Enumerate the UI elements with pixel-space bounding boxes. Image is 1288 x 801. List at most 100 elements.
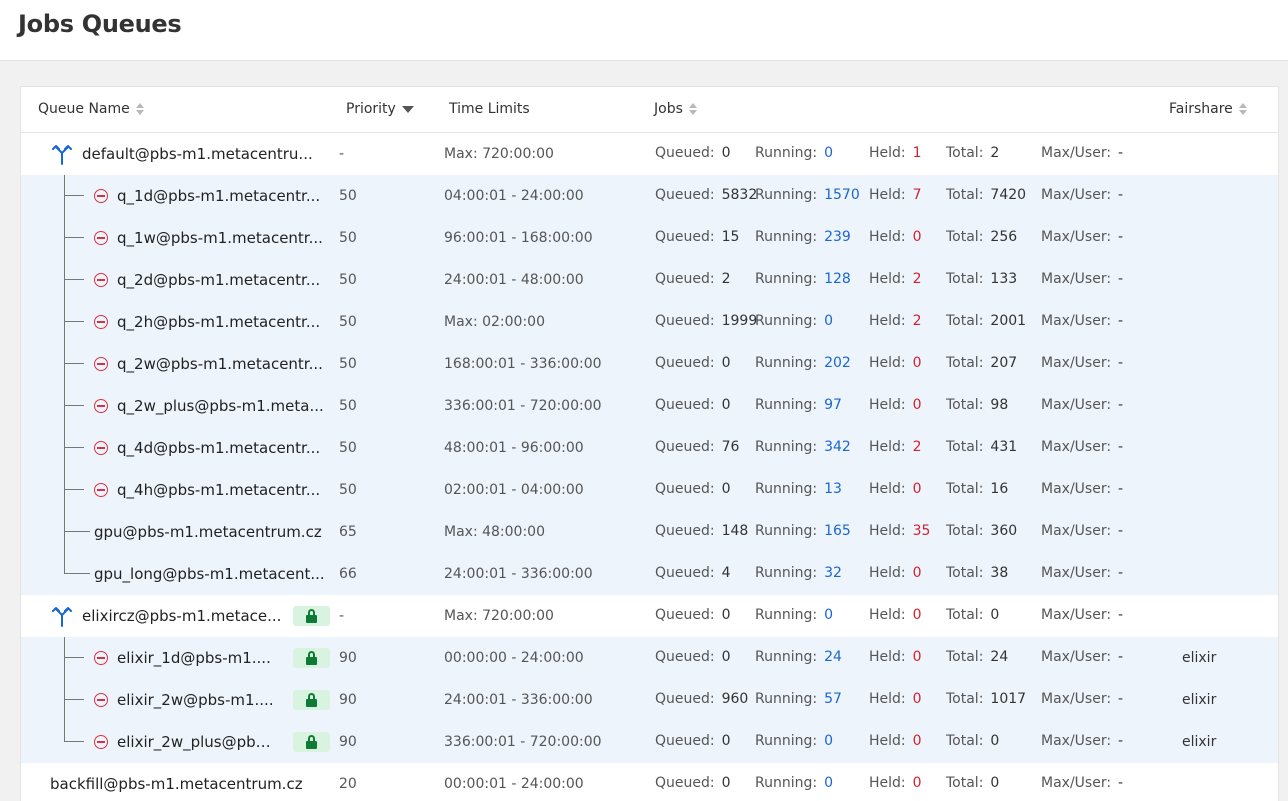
column-header-jobs[interactable]: Jobs <box>654 101 699 117</box>
jobs-cell: Queued: 5832 Running: 1570 Held: 7 Total: 7420 M… <box>655 175 1175 217</box>
table-header: Queue Name Priority Time Limits Jobs Fai… <box>21 87 1278 133</box>
queue-name-cell[interactable]: elixir_2w_plus@pbs... <box>94 721 277 763</box>
jobs-queued-label: Queued: <box>655 313 715 329</box>
jobs-held-value: 0 <box>912 691 922 707</box>
jobs-max-user-group: Max/User: - <box>1041 607 1130 623</box>
jobs-held-group: Held: 7 <box>869 187 929 203</box>
queue-row-child[interactable]: gpu_long@pbs-m1.metacent... 66 24:00:01 - … <box>21 553 1278 595</box>
queue-name-cell[interactable]: default@pbs-m1.metacentru... <box>52 133 313 175</box>
queue-row-child[interactable]: elixir_2w_plus@pbs... 90 336:00:01 - 720:0… <box>21 721 1278 763</box>
queue-row-child[interactable]: q_4d@pbs-m1.metacentr... 50 48:00:01 - 96:… <box>21 427 1278 469</box>
sort-icon[interactable] <box>135 102 146 116</box>
queue-row-child[interactable]: q_1w@pbs-m1.metacentr... 50 96:00:01 - 168… <box>21 217 1278 259</box>
queue-name[interactable]: backfill@pbs-m1.metacentrum.cz <box>50 775 303 793</box>
time-limits-cell: Max: 720:00:00 <box>444 608 554 624</box>
column-header-priority[interactable]: Priority <box>346 101 414 117</box>
jobs-queued-value: 2 <box>721 271 731 287</box>
jobs-max-user-value: - <box>1118 187 1124 203</box>
queue-name-cell[interactable]: q_2h@pbs-m1.metacentr... <box>94 301 320 343</box>
queue-name[interactable]: q_4d@pbs-m1.metacentr... <box>117 439 320 457</box>
jobs-max-user-label: Max/User: <box>1041 775 1112 791</box>
queue-row-child[interactable]: q_1d@pbs-m1.metacentr... 50 04:00:01 - 24:… <box>21 175 1278 217</box>
queue-name[interactable]: q_2h@pbs-m1.metacentr... <box>117 313 320 331</box>
jobs-cell: Queued: 0 Running: 13 Held: 0 Total: 16 Max/User… <box>655 469 1175 511</box>
queue-row-child[interactable]: q_2d@pbs-m1.metacentr... 50 24:00:01 - 48:… <box>21 259 1278 301</box>
queue-name-cell[interactable]: q_1d@pbs-m1.metacentr... <box>94 175 320 217</box>
queue-name[interactable]: q_2w@pbs-m1.metacentr... <box>117 355 323 373</box>
queue-row-child[interactable]: elixir_2w@pbs-m1.... 90 24:00:01 - 336:00:… <box>21 679 1278 721</box>
queue-name[interactable]: default@pbs-m1.metacentru... <box>82 145 313 163</box>
sort-desc-icon[interactable] <box>401 105 414 113</box>
queue-row[interactable]: default@pbs-m1.metacentru... - Max: 720:00… <box>21 133 1278 175</box>
queue-name[interactable]: elixir_2w@pbs-m1.... <box>117 691 274 709</box>
jobs-running-value: 0 <box>824 775 834 791</box>
time-limits-cell: 336:00:01 - 720:00:00 <box>444 398 602 414</box>
queue-name-cell[interactable]: gpu_long@pbs-m1.metacent... <box>94 553 325 595</box>
jobs-total-value: 98 <box>990 397 1009 413</box>
queue-name-cell[interactable]: q_2w@pbs-m1.metacentr... <box>94 343 323 385</box>
queue-name-cell[interactable]: gpu@pbs-m1.metacentrum.cz <box>94 511 322 553</box>
jobs-total-group: Total: 431 <box>946 439 1024 455</box>
jobs-queued-label: Queued: <box>655 481 715 497</box>
queue-name-cell[interactable]: elixir_1d@pbs-m1.... <box>94 637 271 679</box>
priority-cell: 50 <box>339 482 357 498</box>
jobs-total-group: Total: 0 <box>946 775 1006 791</box>
queue-row-child[interactable]: q_2h@pbs-m1.metacentr... 50 Max: 02:00:00 Q… <box>21 301 1278 343</box>
jobs-max-user-group: Max/User: - <box>1041 439 1130 455</box>
queue-row-child[interactable]: q_2w@pbs-m1.metacentr... 50 168:00:01 - 33… <box>21 343 1278 385</box>
queue-name-cell[interactable]: q_4d@pbs-m1.metacentr... <box>94 427 320 469</box>
jobs-queued-label: Queued: <box>655 733 715 749</box>
jobs-max-user-label: Max/User: <box>1041 439 1112 455</box>
queue-name[interactable]: gpu@pbs-m1.metacentrum.cz <box>94 523 322 541</box>
queue-name-cell[interactable]: elixir_2w@pbs-m1.... <box>94 679 274 721</box>
queue-name-cell[interactable]: q_1w@pbs-m1.metacentr... <box>94 217 323 259</box>
queue-name-cell[interactable]: elixircz@pbs-m1.metace... <box>52 595 281 637</box>
tree-connector <box>64 489 84 490</box>
jobs-held-value: 2 <box>912 313 922 329</box>
queue-name[interactable]: q_1d@pbs-m1.metacentr... <box>117 187 320 205</box>
queue-name[interactable]: q_2w_plus@pbs-m1.meta... <box>117 397 324 415</box>
minus-circle-icon <box>94 399 108 413</box>
jobs-cell: Queued: 4 Running: 32 Held: 0 Total: 38 Max/User… <box>655 553 1175 595</box>
jobs-total-group: Total: 0 <box>946 607 1006 623</box>
queue-name[interactable]: elixircz@pbs-m1.metace... <box>82 607 281 625</box>
jobs-held-group: Held: 35 <box>869 523 937 539</box>
queue-name[interactable]: elixir_2w_plus@pbs... <box>117 733 277 751</box>
jobs-held-label: Held: <box>869 565 906 581</box>
jobs-queued-group: Queued: 0 <box>655 649 738 665</box>
queue-row[interactable]: elixircz@pbs-m1.metace... - Max: 720:00:00… <box>21 595 1278 637</box>
queue-name-cell[interactable]: q_2w_plus@pbs-m1.meta... <box>94 385 324 427</box>
queue-name[interactable]: gpu_long@pbs-m1.metacent... <box>94 565 325 583</box>
column-header-queue-name[interactable]: Queue Name <box>38 101 146 117</box>
queue-name[interactable]: elixir_1d@pbs-m1.... <box>117 649 271 667</box>
queue-name-cell[interactable]: backfill@pbs-m1.metacentrum.cz <box>50 763 303 801</box>
lock-badge <box>293 648 330 668</box>
jobs-total-label: Total: <box>946 271 984 287</box>
jobs-running-group: Running: 239 <box>755 229 858 245</box>
queue-row-child[interactable]: q_4h@pbs-m1.metacentr... 50 02:00:01 - 04:… <box>21 469 1278 511</box>
sort-icon[interactable] <box>688 102 699 116</box>
column-header-fairshare[interactable]: Fairshare <box>1169 101 1249 117</box>
jobs-held-label: Held: <box>869 607 906 623</box>
queue-name-cell[interactable]: q_4h@pbs-m1.metacentr... <box>94 469 320 511</box>
lock-icon <box>306 608 317 623</box>
queue-name[interactable]: q_4h@pbs-m1.metacentr... <box>117 481 320 499</box>
jobs-running-group: Running: 165 <box>755 523 858 539</box>
jobs-running-label: Running: <box>755 691 818 707</box>
queue-row-child[interactable]: q_2w_plus@pbs-m1.meta... 50 336:00:01 - 72… <box>21 385 1278 427</box>
sort-icon[interactable] <box>1238 102 1249 116</box>
tree-connector <box>64 321 84 322</box>
queue-name[interactable]: q_1w@pbs-m1.metacentr... <box>117 229 323 247</box>
queue-row-child[interactable]: elixir_1d@pbs-m1.... 90 00:00:00 - 24:00:0… <box>21 637 1278 679</box>
jobs-held-group: Held: 1 <box>869 145 929 161</box>
page-title: Jobs Queues <box>18 10 182 38</box>
queue-name[interactable]: q_2d@pbs-m1.metacentr... <box>117 271 320 289</box>
queue-row[interactable]: backfill@pbs-m1.metacentrum.cz 20 00:00:01… <box>21 763 1278 801</box>
jobs-held-group: Held: 0 <box>869 775 929 791</box>
jobs-max-user-group: Max/User: - <box>1041 271 1130 287</box>
queue-row-child[interactable]: gpu@pbs-m1.metacentrum.cz 65 Max: 48:00:00… <box>21 511 1278 553</box>
lock-icon <box>306 692 317 707</box>
jobs-queues-table: Queue Name Priority Time Limits Jobs Fai… <box>20 86 1279 801</box>
queue-name-cell[interactable]: q_2d@pbs-m1.metacentr... <box>94 259 320 301</box>
jobs-max-user-value: - <box>1118 145 1124 161</box>
